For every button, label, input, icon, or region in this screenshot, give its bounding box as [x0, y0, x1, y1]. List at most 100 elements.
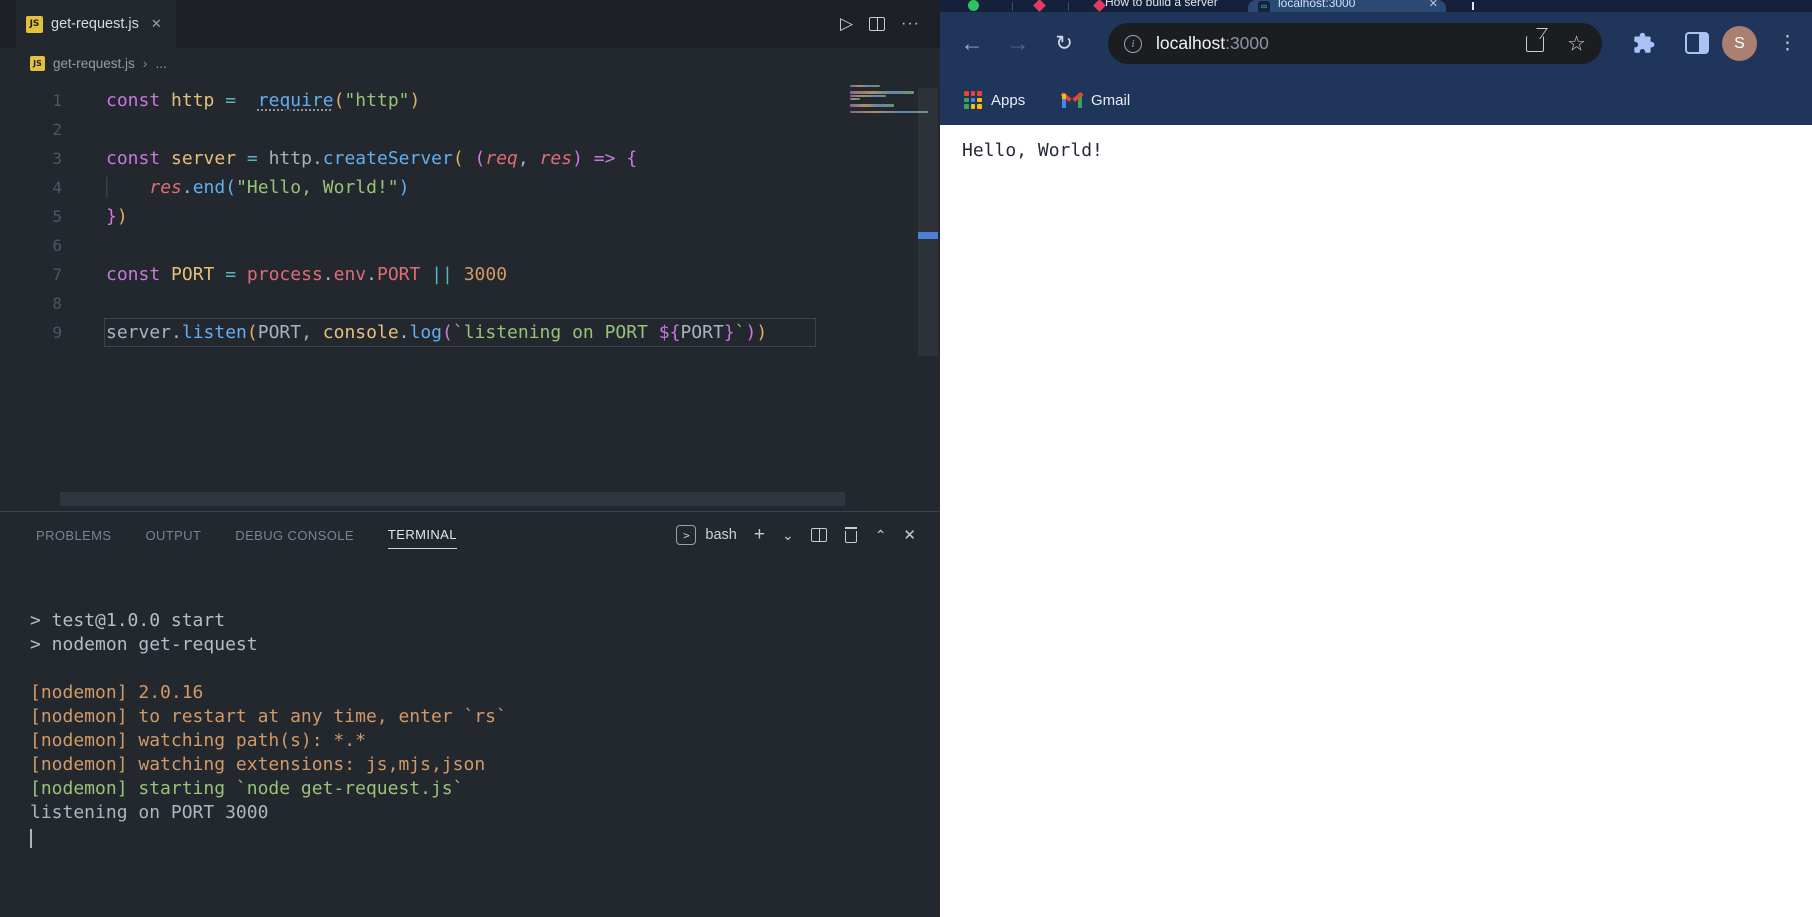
tab-separator: [1012, 2, 1013, 11]
chrome-menu-icon[interactable]: ⋮: [1778, 12, 1797, 75]
breadcrumb-file[interactable]: get-request.js: [53, 56, 135, 71]
active-tab-title: localhost:3000: [1278, 0, 1356, 10]
minimap-line: [850, 94, 886, 97]
vscode-window: JS get-request.js ✕ ▷ ··· JS get-request…: [0, 0, 940, 917]
editor-tab-get-request[interactable]: JS get-request.js ✕: [16, 0, 176, 48]
bookmark-star-icon[interactable]: ☆: [1567, 33, 1586, 54]
active-tab-localhost[interactable]: ∞ localhost:3000 ✕: [1248, 0, 1446, 12]
terminal-line: [nodemon] watching path(s): *.*: [30, 730, 366, 751]
panel-tab-terminal[interactable]: TERMINAL: [387, 521, 457, 549]
code-text: res.end("Hello, World!"): [106, 177, 409, 198]
side-panel-icon[interactable]: [1685, 32, 1709, 54]
kill-terminal-icon[interactable]: [844, 527, 858, 543]
line-number: 3: [52, 149, 62, 168]
more-actions-icon[interactable]: ···: [901, 15, 920, 33]
minimap-line: [850, 97, 860, 101]
new-terminal-icon[interactable]: +: [754, 524, 765, 546]
terminal-line: [nodemon] starting `node get-request.js`: [30, 778, 464, 799]
bookmark-gmail[interactable]: Gmail: [1060, 75, 1130, 125]
line-number: 7: [52, 265, 62, 284]
panel-tab-problems[interactable]: PROBLEMS: [36, 522, 111, 549]
line-number: 8: [52, 294, 62, 313]
panel-actions: > bash + ⌄ ⌃ ✕: [676, 512, 916, 558]
code-text: const http = require("http"): [106, 90, 421, 111]
terminal-line: listening on PORT 3000: [30, 802, 269, 823]
bookmark-label: Apps: [991, 91, 1026, 109]
overview-ruler-cursor-marker: [918, 232, 938, 239]
code-line[interactable]: 6: [0, 231, 940, 260]
tab-favicon[interactable]: [1093, 0, 1106, 12]
js-file-icon: JS: [26, 15, 43, 33]
tab-close-icon[interactable]: ✕: [1429, 0, 1438, 10]
line-number: 9: [52, 323, 62, 342]
url-host: localhost: [1156, 33, 1226, 53]
back-button[interactable]: ←: [950, 12, 994, 75]
page-content-text: Hello, World!: [962, 140, 1103, 161]
site-info-icon[interactable]: i: [1124, 34, 1142, 53]
editor-tab-bar: JS get-request.js ✕ ▷ ···: [0, 0, 940, 48]
panel-tabs: PROBLEMS OUTPUT DEBUG CONSOLE TERMINAL: [36, 512, 457, 558]
run-code-icon[interactable]: ▷: [840, 14, 853, 34]
code-text: const server = http.createServer( (req, …: [106, 148, 638, 169]
shell-name[interactable]: bash: [705, 527, 736, 543]
line-number: 1: [52, 91, 62, 110]
code-line[interactable]: 9 server.listen(PORT, console.log(`listen…: [0, 318, 940, 347]
line-number: 5: [52, 207, 62, 226]
localhost-favicon: ∞: [1258, 1, 1270, 12]
code-line[interactable]: 8: [0, 289, 940, 318]
editor-tab-title: get-request.js: [51, 16, 139, 32]
reload-button[interactable]: ↻: [1042, 12, 1086, 75]
code-line[interactable]: 5}): [0, 202, 940, 231]
close-panel-icon[interactable]: ✕: [903, 526, 916, 544]
line-number: 2: [52, 120, 62, 139]
code-line[interactable]: 7 const PORT = process.env.PORT || 3000: [0, 260, 940, 289]
terminal-icon: >: [676, 525, 697, 545]
panel-tab-output[interactable]: OUTPUT: [145, 522, 201, 549]
horizontal-scrollbar[interactable]: [60, 492, 845, 506]
gmail-icon: [1060, 91, 1084, 108]
code-editor[interactable]: 1 const http = require("http") 2 3 const ser…: [0, 78, 940, 511]
chevron-right-icon: ›: [142, 55, 148, 71]
forward-button[interactable]: →: [996, 12, 1040, 75]
bookmarks-bar: Apps Gmail: [940, 75, 1812, 125]
terminal-line: [nodemon] watching extensions: js,mjs,js…: [30, 754, 486, 775]
code-text: }): [106, 206, 128, 227]
code-block: 1 const http = require("http") 2 3 const ser…: [0, 86, 940, 347]
url-text[interactable]: localhost:3000: [1156, 33, 1269, 54]
whatsapp-favicon[interactable]: [968, 0, 979, 11]
web-page: Hello, World!: [940, 125, 1812, 917]
maximize-panel-icon[interactable]: ⌃: [875, 527, 887, 544]
extensions-icon[interactable]: [1630, 30, 1656, 61]
code-line[interactable]: 4 res.end("Hello, World!"): [0, 173, 940, 202]
code-line[interactable]: 2: [0, 115, 940, 144]
minimap-line: [850, 110, 928, 113]
panel-tab-debug-console[interactable]: DEBUG CONSOLE: [235, 522, 354, 549]
tab-close-icon[interactable]: ✕: [151, 16, 162, 32]
google-apps-grid-icon: [964, 91, 982, 109]
terminal-cursor: [30, 829, 32, 848]
line-number: 6: [52, 236, 62, 255]
profile-avatar[interactable]: S: [1722, 26, 1757, 61]
minimap-line: [850, 91, 914, 94]
pinned-tab-favicon[interactable]: [1033, 0, 1046, 12]
code-line[interactable]: 1 const http = require("http"): [0, 86, 940, 115]
breadcrumb-more[interactable]: ...: [155, 56, 166, 71]
chrome-tab-strip: How to build a server ∞ localhost:3000 ✕: [940, 0, 1812, 12]
new-tab-button[interactable]: [1472, 2, 1474, 10]
split-terminal-icon[interactable]: [810, 528, 827, 542]
editor-actions: ▷ ···: [840, 0, 920, 48]
address-bar[interactable]: i localhost:3000 ☆: [1108, 23, 1602, 64]
breadcrumb[interactable]: JS get-request.js › ...: [0, 48, 940, 78]
code-line[interactable]: 3 const server = http.createServer( (req,…: [0, 144, 940, 173]
share-icon[interactable]: [1526, 35, 1544, 52]
minimap-line: [850, 104, 894, 107]
chrome-toolbar: ← → ↻ i localhost:3000 ☆ S ⋮: [940, 12, 1812, 75]
terminal-dropdown-icon[interactable]: ⌄: [782, 527, 794, 544]
js-file-icon: JS: [30, 55, 45, 71]
split-editor-icon[interactable]: [869, 17, 886, 31]
terminal-output[interactable]: > test@1.0.0 start > nodemon get-request …: [30, 609, 507, 848]
bookmark-apps[interactable]: Apps: [964, 75, 1025, 125]
minimap-slider[interactable]: [918, 88, 938, 356]
background-tab[interactable]: How to build a server: [1105, 0, 1235, 9]
